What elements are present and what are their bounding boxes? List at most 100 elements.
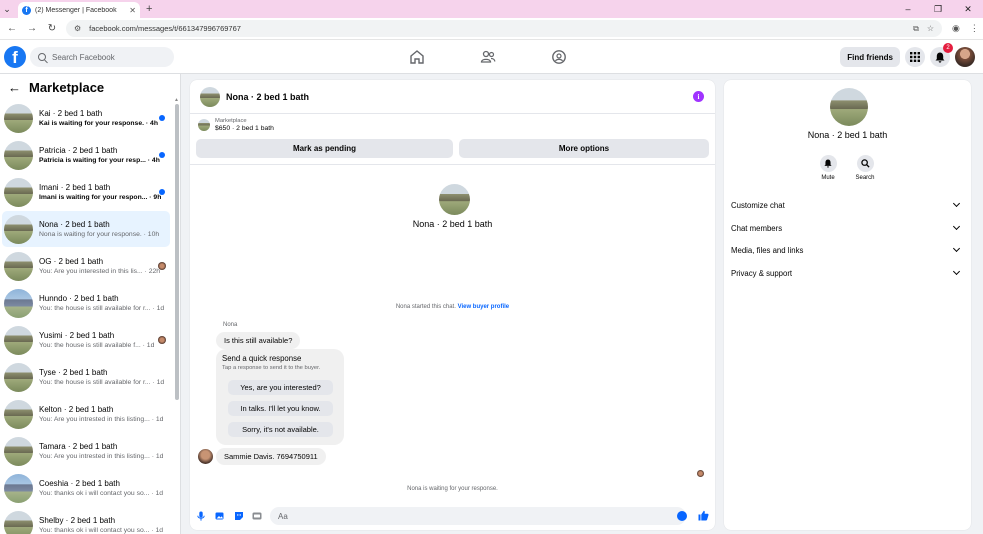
conversation-item[interactable]: Coeshia · 2 bed 1 bath You: thanks ok i w… — [2, 470, 170, 506]
conversation-text: Shelby · 2 bed 1 bath You: thanks ok i wi… — [39, 516, 170, 534]
tab-search-icon[interactable]: ⌄ — [0, 0, 14, 18]
notifications-button[interactable]: 2 — [930, 43, 953, 67]
message-sender: Nona — [223, 322, 238, 328]
reload-icon[interactable]: ↻ — [44, 23, 60, 34]
conversation-item[interactable]: Shelby · 2 bed 1 bath You: thanks ok i wi… — [2, 507, 170, 534]
search-placeholder: Search Facebook — [52, 52, 115, 62]
facebook-logo-icon[interactable]: f — [4, 46, 26, 68]
conversation-preview: You: Are you interested in this lis... ·… — [39, 268, 161, 275]
more-options-button[interactable]: More options — [459, 139, 709, 158]
conversation-thumbnail — [4, 325, 33, 355]
conversation-thumbnail — [4, 177, 33, 207]
conversation-item[interactable]: Kelton · 2 bed 1 bath You: Are you intres… — [2, 396, 170, 432]
message-bubble: Is this still available? — [216, 332, 301, 349]
conversation-text: Hunndo · 2 bed 1 bath You: the house is s… — [39, 294, 170, 312]
friends-icon[interactable] — [480, 49, 496, 65]
thumbs-up-icon[interactable] — [698, 510, 709, 521]
url-text: facebook.com/messages/t/661347996769767 — [89, 24, 241, 33]
chat-members-row[interactable]: Chat members — [731, 219, 965, 237]
waiting-note: Nona is waiting for your response. — [407, 486, 498, 492]
conversation-preview: Nona is waiting for your response. · 10h — [39, 231, 160, 238]
conversation-item[interactable]: Imani · 2 bed 1 bath Imani is waiting for… — [2, 174, 170, 210]
browser-tab[interactable]: f (2) Messenger | Facebook ✕ — [18, 2, 140, 18]
media-files-links-row[interactable]: Media, files and links — [731, 241, 965, 259]
browser-menu-icon[interactable]: ⋮ — [970, 23, 979, 34]
chat-members-label: Chat members — [731, 223, 783, 233]
conversation-text: Nona · 2 bed 1 bath Nona is waiting for y… — [39, 220, 170, 238]
new-tab-icon[interactable]: + — [146, 3, 152, 15]
chevron-down-icon — [952, 267, 961, 276]
browser-tabbar: ⌄ f (2) Messenger | Facebook ✕ + – ❐ ✕ — [0, 0, 983, 18]
close-window-icon[interactable]: ✕ — [953, 0, 983, 18]
sender-avatar[interactable] — [198, 449, 213, 464]
menu-grid-button[interactable] — [905, 47, 925, 67]
scroll-up-icon[interactable]: ▲ — [174, 97, 179, 103]
conversation-text: Kelton · 2 bed 1 bath You: Are you intres… — [39, 405, 170, 423]
seen-avatar — [158, 262, 166, 270]
microphone-icon[interactable] — [196, 511, 206, 521]
privacy-support-row[interactable]: Privacy & support — [731, 264, 965, 282]
conversation-name: Shelby · 2 bed 1 bath — [39, 516, 116, 525]
mute-button[interactable]: Mute — [813, 155, 843, 181]
emoji-icon[interactable] — [677, 511, 687, 521]
quick-response-in-talks-button[interactable]: In talks. I'll let you know. — [228, 401, 333, 416]
sticker-icon[interactable] — [234, 511, 244, 521]
conversation-text: Patricia · 2 bed 1 bath Patricia is waiti… — [39, 146, 170, 164]
search-button[interactable]: Search — [850, 155, 880, 181]
restore-icon[interactable]: ❐ — [923, 0, 953, 18]
back-icon[interactable]: ← — [4, 23, 20, 34]
conversation-thumbnail — [4, 436, 33, 466]
conversation-item[interactable]: Kai · 2 bed 1 bath Kai is waiting for you… — [2, 100, 170, 136]
groups-icon[interactable] — [551, 49, 567, 65]
conversation-name: Tamara · 2 bed 1 bath — [39, 442, 118, 451]
view-buyer-profile-link[interactable]: View buyer profile — [458, 304, 510, 310]
message-input[interactable] — [270, 507, 686, 525]
chat-header-thumbnail[interactable] — [200, 86, 220, 107]
conversation-item[interactable]: OG · 2 bed 1 bath You: Are you interested… — [2, 248, 170, 284]
privacy-support-label: Privacy & support — [731, 268, 793, 278]
conversation-item[interactable]: Tamara · 2 bed 1 bath You: Are you intres… — [2, 433, 170, 469]
tab-close-icon[interactable]: ✕ — [129, 6, 136, 15]
forward-icon[interactable]: → — [24, 23, 40, 34]
seen-avatar — [697, 470, 704, 477]
info-icon[interactable]: i — [693, 91, 704, 102]
conversation-name: Imani · 2 bed 1 bath — [39, 183, 111, 192]
media-files-links-label: Media, files and links — [731, 245, 804, 255]
conversation-item[interactable]: Yusimi · 2 bed 1 bath You: the house is s… — [2, 322, 170, 358]
grid-icon — [910, 52, 920, 62]
chevron-down-icon — [952, 199, 961, 208]
conversation-item[interactable]: Patricia · 2 bed 1 bath Patricia is waiti… — [2, 137, 170, 173]
conversation-preview: You: Are you intrested in this listing..… — [39, 416, 164, 423]
conversation-item[interactable]: Hunndo · 2 bed 1 bath You: the house is s… — [2, 285, 170, 321]
chat-panel: Nona · 2 bed 1 bath i Marketplace $650 ·… — [190, 80, 715, 530]
facebook-search-input[interactable]: Search Facebook — [30, 47, 174, 67]
conversation-item[interactable]: Tyse · 2 bed 1 bath You: the house is sti… — [2, 359, 170, 395]
gif-icon[interactable] — [252, 511, 262, 521]
find-friends-button[interactable]: Find friends — [840, 47, 900, 67]
customize-chat-row[interactable]: Customize chat — [731, 196, 965, 214]
back-arrow-icon[interactable]: ← — [8, 80, 21, 95]
profile-icon[interactable]: ◉ — [952, 23, 960, 34]
site-info-icon[interactable]: ⚙ — [74, 24, 81, 33]
conversation-item[interactable]: Nona · 2 bed 1 bath Nona is waiting for y… — [2, 211, 170, 247]
conversation-preview: Imani is waiting for your respon... · 9h — [39, 194, 162, 201]
chat-header: Nona · 2 bed 1 bath — [190, 80, 715, 114]
marketplace-listing[interactable]: Marketplace $650 · 2 bed 1 bath — [196, 118, 274, 132]
quick-response-yes-button[interactable]: Yes, are you interested? — [228, 380, 333, 395]
url-input[interactable]: ⚙ facebook.com/messages/t/66134799676976… — [66, 20, 942, 37]
install-app-icon[interactable]: ⧉ — [913, 24, 919, 34]
quick-response-not-available-button[interactable]: Sorry, it's not available. — [228, 422, 333, 437]
sidebar-scrollbar[interactable] — [175, 104, 179, 400]
chat-title[interactable]: Nona · 2 bed 1 bath — [226, 92, 309, 102]
account-avatar[interactable] — [955, 47, 975, 67]
unread-dot-icon — [159, 189, 165, 195]
bookmark-star-icon[interactable]: ☆ — [927, 24, 934, 33]
minimize-icon[interactable]: – — [893, 0, 923, 18]
conversation-thumbnail — [4, 288, 33, 318]
chat-center-name: Nona · 2 bed 1 bath — [412, 219, 493, 229]
details-name: Nona · 2 bed 1 bath — [807, 130, 888, 140]
conversation-text: Tamara · 2 bed 1 bath You: Are you intres… — [39, 442, 170, 460]
mark-as-pending-button[interactable]: Mark as pending — [196, 139, 453, 158]
photo-icon[interactable] — [215, 511, 225, 521]
home-icon[interactable] — [409, 49, 425, 65]
